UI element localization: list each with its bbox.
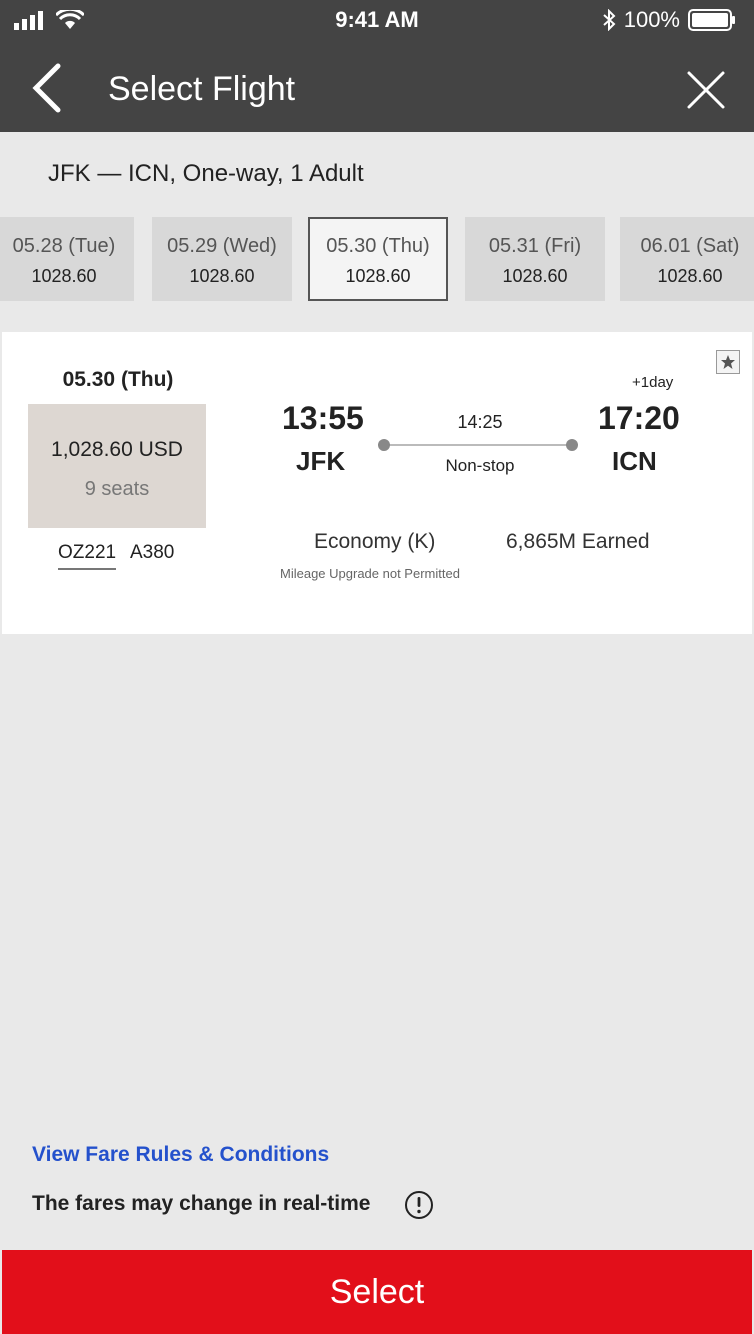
fare-change-note: The fares may change in real-time xyxy=(32,1192,371,1215)
fare-price: 1,028.60 USD xyxy=(51,438,183,461)
star-icon xyxy=(721,355,735,369)
select-button[interactable]: Select xyxy=(2,1250,752,1334)
flight-duration: 14:25 xyxy=(457,412,503,432)
date-price: 1028.60 xyxy=(31,266,97,286)
back-button[interactable] xyxy=(22,60,72,116)
signal-icon xyxy=(14,11,43,30)
date-tab[interactable]: 06.01 (Sat) 1028.60 xyxy=(620,217,754,301)
date-tab[interactable]: 05.31 (Fri) 1028.60 xyxy=(465,217,605,301)
date-tab[interactable]: 05.28 (Tue) 1028.60 xyxy=(0,217,134,301)
date-label: 05.31 (Fri) xyxy=(488,235,582,257)
seats-left: 9 seats xyxy=(84,478,150,500)
battery-icon xyxy=(688,9,735,31)
status-bar: 9:41 AM 100% xyxy=(0,0,754,40)
select-flight-screen: 9:41 AM 100% Select Flight JFK — ICN, On… xyxy=(0,0,754,1334)
battery-percent: 100% xyxy=(623,7,680,32)
date-label: 06.01 (Sat) xyxy=(640,235,740,257)
fare-rules-link[interactable]: View Fare Rules & Conditions xyxy=(32,1143,329,1167)
status-right: 100% xyxy=(602,7,736,33)
route-summary: JFK — ICN, One-way, 1 Adult xyxy=(48,160,364,187)
route-line xyxy=(388,444,574,446)
date-label: 05.29 (Wed) xyxy=(167,235,277,257)
date-price: 1028.60 xyxy=(189,266,255,286)
date-price: 1028.60 xyxy=(502,266,568,286)
favorite-button[interactable] xyxy=(716,350,740,374)
stops-label: Non-stop xyxy=(445,456,515,475)
route-dot-end xyxy=(566,439,578,451)
departure-airport: JFK xyxy=(296,446,346,476)
wifi-icon xyxy=(56,10,84,29)
flight-number-link[interactable]: OZ221 xyxy=(58,542,117,570)
info-icon[interactable] xyxy=(404,1190,434,1220)
upgrade-note: Mileage Upgrade not Permitted xyxy=(280,566,460,581)
arrival-time: 17:20 xyxy=(598,400,680,436)
status-left xyxy=(14,10,84,30)
flight-card[interactable]: 05.30 (Thu) 1,028.60 USD 9 seats OZ221 A… xyxy=(2,332,752,634)
close-button[interactable] xyxy=(680,64,732,116)
miles-earned: 6,865M Earned xyxy=(506,530,650,553)
flight-date: 05.30 (Thu) xyxy=(62,368,174,391)
bluetooth-icon xyxy=(603,9,616,31)
arrival-airport: ICN xyxy=(612,446,657,476)
day-offset: +1day xyxy=(632,374,674,391)
date-tab-selected[interactable]: 05.30 (Thu) 1028.60 xyxy=(308,217,448,301)
date-price: 1028.60 xyxy=(657,266,723,286)
nav-bar: Select Flight xyxy=(0,40,754,132)
route-dot-start xyxy=(378,439,390,451)
date-tab[interactable]: 05.29 (Wed) 1028.60 xyxy=(152,217,292,301)
cabin-class: Economy (K) xyxy=(314,530,436,553)
fare-box[interactable]: 1,028.60 USD 9 seats xyxy=(28,404,206,528)
departure-time: 13:55 xyxy=(282,400,364,436)
aircraft-type: A380 xyxy=(130,542,175,563)
date-price: 1028.60 xyxy=(345,266,411,286)
date-label: 05.30 (Thu) xyxy=(326,235,430,257)
date-selector: 05.28 (Tue) 1028.60 05.29 (Wed) 1028.60 … xyxy=(0,217,754,303)
close-icon xyxy=(687,71,725,109)
chevron-left-icon xyxy=(32,63,61,113)
date-label: 05.28 (Tue) xyxy=(12,235,116,257)
page-title: Select Flight xyxy=(108,70,296,108)
